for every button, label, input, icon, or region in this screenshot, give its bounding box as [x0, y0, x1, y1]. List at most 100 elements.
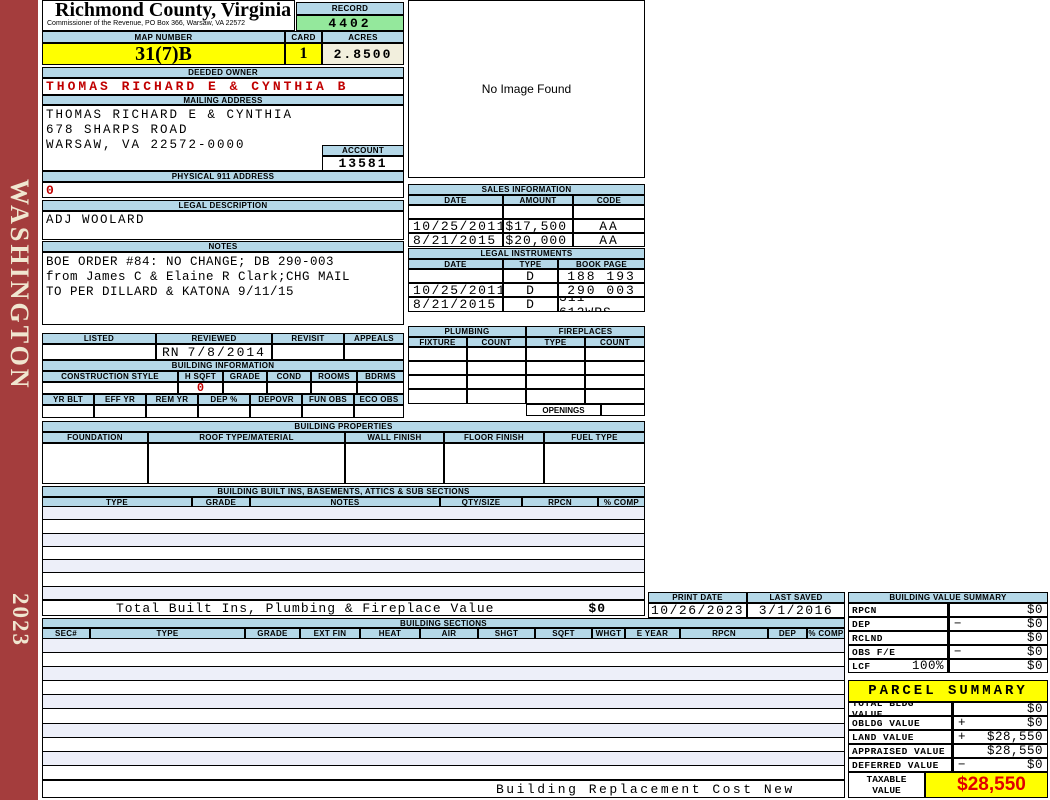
mailing-address-header: MAILING ADDRESS: [42, 95, 404, 105]
sales-row-code: AA: [573, 219, 645, 233]
empty-row: [43, 534, 644, 547]
footer-row: Building Replacement Cost New: [42, 780, 845, 798]
cond-header: COND: [267, 371, 311, 382]
sidebar-state-label: WASHINGTON: [3, 135, 35, 435]
fireplace-cell: [526, 375, 585, 389]
account-value: 13581: [322, 156, 404, 171]
hsqft-header: H SQFT: [178, 371, 223, 382]
openings-value: [601, 404, 645, 416]
instruments-type-header: TYPE: [503, 259, 558, 269]
sales-row-amount: $20,000: [503, 233, 573, 247]
builtins-empty-rows: [42, 507, 645, 600]
physical-address-header: PHYSICAL 911 ADDRESS: [42, 171, 404, 182]
cond-value: [267, 382, 311, 394]
ecoobs-header: ECO OBS: [354, 394, 404, 405]
bvs-op: −: [950, 617, 962, 631]
sidebar: WASHINGTON 2023: [0, 0, 38, 800]
sales-date-header: DATE: [408, 195, 503, 205]
bs-air-header: AIR: [420, 628, 478, 639]
wall-finish-header: WALL FINISH: [345, 432, 444, 443]
instrument-row-bookpage: 188 193: [558, 269, 645, 283]
acres-header: ACRES: [322, 31, 404, 43]
effyr-value: [94, 405, 146, 418]
bvs-label: OBS F/E: [848, 645, 948, 659]
builtins-total-row: Total Built Ins, Plumbing & Fireplace Va…: [42, 600, 645, 616]
empty-row: [43, 547, 644, 560]
grade-header: GRADE: [223, 371, 267, 382]
instrument-row-type: D: [503, 283, 558, 297]
plumbing-cell: [467, 375, 526, 389]
parcel-label: TOTAL BLDG VALUE: [848, 702, 952, 716]
property-record-card: WASHINGTON 2023 Richmond County, Virgini…: [0, 0, 1050, 800]
empty-row: [43, 653, 844, 667]
bs-sqft-header: SQFT: [535, 628, 592, 639]
effyr-header: EFF YR: [94, 394, 146, 405]
parcel-label: APPRAISED VALUE: [848, 744, 952, 758]
deppct-value: [198, 405, 250, 418]
bs-dep-header: DEP: [768, 628, 807, 639]
notes-header: NOTES: [42, 241, 404, 252]
notes-line: BOE ORDER #84: NO CHANGE; DB 290-003: [46, 255, 403, 270]
funobs-value: [302, 405, 354, 418]
bvs-value: $0: [954, 603, 1047, 617]
print-date-header: PRINT DATE: [648, 592, 747, 603]
bs-grade-header: GRADE: [245, 628, 300, 639]
fireplace-cell: [585, 361, 645, 375]
fixture-header: FIXTURE: [408, 337, 467, 347]
parcel-op: +: [954, 730, 966, 744]
instrument-row-bookpage: 290 003: [558, 283, 645, 297]
wall-finish-value: [345, 443, 444, 484]
parcel-op: +: [954, 716, 966, 730]
instrument-row-date: [408, 269, 503, 283]
plumbing-count-header: COUNT: [467, 337, 526, 347]
bvs-label: DEP: [848, 617, 948, 631]
construction-style-header: CONSTRUCTION STYLE: [42, 371, 178, 382]
last-saved-value: 3/1/2016: [747, 603, 845, 618]
plumbing-header: PLUMBING: [408, 326, 526, 337]
deeded-owner-value: THOMAS RICHARD E & CYNTHIA B: [42, 78, 404, 95]
building-value-summary-header: BUILDING VALUE SUMMARY: [848, 592, 1048, 603]
bvs-label: RPCN: [848, 603, 948, 617]
listed-value: [42, 344, 156, 360]
parcel-value-cell: − $0: [952, 758, 1048, 772]
depovr-header: DEPOVR: [250, 394, 302, 405]
card-value: 1: [285, 43, 322, 65]
instruments-date-header: DATE: [408, 259, 503, 269]
roof-header: ROOF TYPE/MATERIAL: [148, 432, 345, 443]
bs-shgt-header: SHGT: [478, 628, 535, 639]
bvs-value-cell: − $0: [948, 617, 1048, 631]
instruments-bookpage-header: BOOK PAGE: [558, 259, 645, 269]
instrument-row-date: 10/25/2011: [408, 283, 503, 297]
parcel-label: OBLDG VALUE: [848, 716, 952, 730]
empty-row: [43, 724, 844, 738]
remyr-header: REM YR: [146, 394, 198, 405]
built-ins-header: BUILDING BUILT INS, BASEMENTS, ATTICS & …: [42, 486, 645, 497]
bdrms-header: BDRMS: [357, 371, 404, 382]
grade-value: [223, 382, 267, 394]
rooms-header: ROOMS: [311, 371, 357, 382]
sidebar-year-label: 2023: [4, 580, 36, 660]
bvs-value: $0: [962, 617, 1047, 631]
fireplace-cell: [526, 347, 585, 361]
bvs-value: $0: [954, 659, 1047, 673]
plumbing-cell: [467, 361, 526, 375]
legal-description-value: ADJ WOOLARD: [42, 211, 404, 240]
parcel-value: $0: [966, 758, 1047, 772]
deppct-header: DEP %: [198, 394, 250, 405]
bvs-value: $0: [954, 631, 1047, 645]
fireplace-cell: [585, 347, 645, 361]
deeded-owner-header: DEEDED OWNER: [42, 67, 404, 78]
parcel-summary-header: PARCEL SUMMARY: [848, 680, 1048, 702]
yrblt-value: [42, 405, 94, 418]
bvs-op: −: [950, 645, 962, 659]
builtins-qty-header: QTY/SIZE: [440, 497, 522, 507]
builtins-notes-header: NOTES: [250, 497, 440, 507]
mailing-line: THOMAS RICHARD E & CYNTHIA: [46, 108, 403, 123]
parcel-value: $0: [958, 702, 1047, 716]
acres-value: 2.8500: [322, 43, 404, 65]
bvs-label: LCF: [852, 661, 871, 672]
plumbing-cell: [408, 389, 467, 404]
building-information-header: BUILDING INFORMATION: [42, 360, 404, 371]
parcel-value: $0: [966, 716, 1047, 730]
fireplace-cell: [585, 375, 645, 389]
